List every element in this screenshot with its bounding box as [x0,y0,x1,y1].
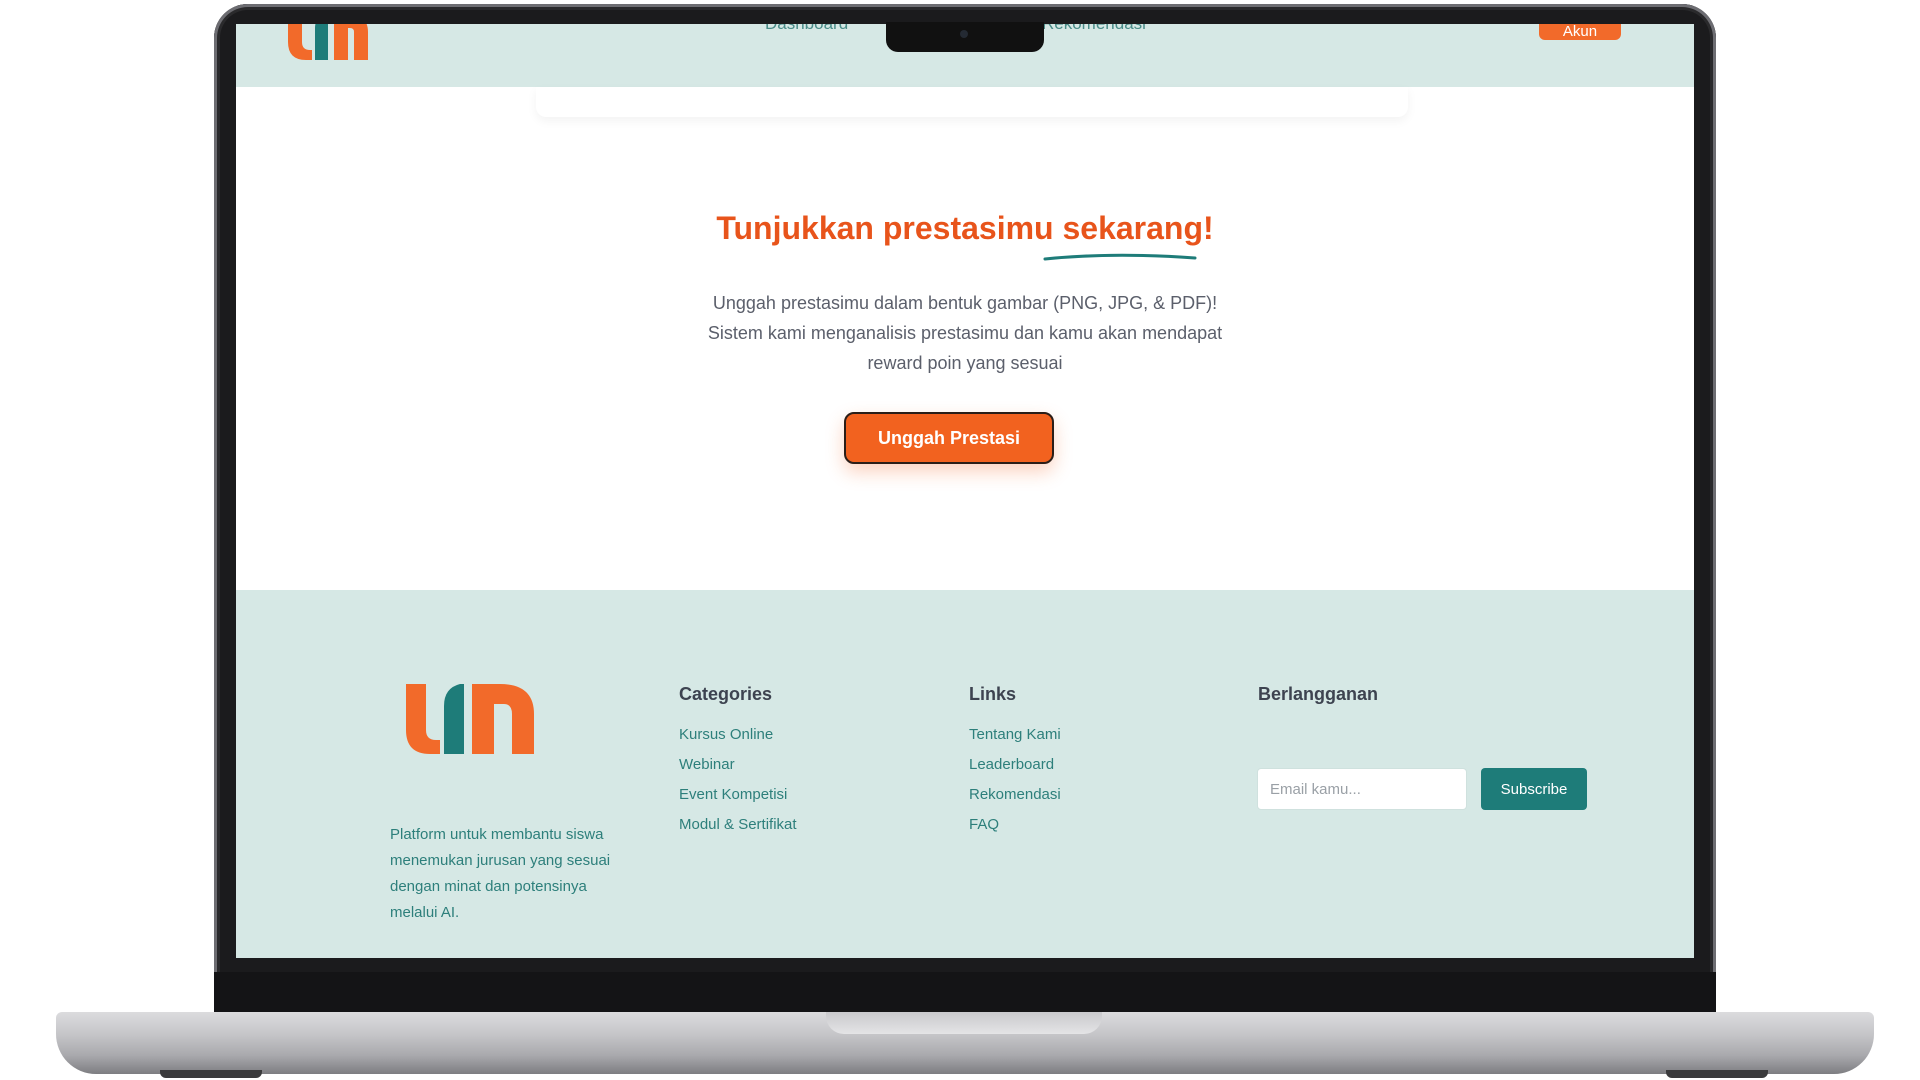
account-button[interactable]: Akun [1539,24,1621,40]
footer-link-tentang-kami[interactable]: Tentang Kami [969,720,1061,750]
laptop-lid-bottom [214,972,1716,1012]
categories-list: Kursus Online Webinar Event Kompetisi Mo… [679,720,797,840]
laptop-foot-right [1666,1070,1768,1078]
hero-description: Unggah prestasimu dalam bentuk gambar (P… [665,288,1265,378]
title-underline-icon [1043,253,1197,261]
footer-link-event-kompetisi[interactable]: Event Kompetisi [679,780,797,810]
laptop-foot-left [160,1070,262,1078]
page-title: Tunjukkan prestasimu sekarang! [716,210,1214,246]
nav-link-dashboard[interactable]: Dashboard [765,24,848,34]
description-line: Sistem kami menganalisis prestasimu dan … [707,323,1223,343]
footer: Platform untuk membantu siswa menemukan … [236,590,1694,958]
camera-icon [960,30,968,38]
content-card-bottom [536,87,1408,117]
subscribe-heading: Berlangganan [1258,684,1379,704]
email-input[interactable] [1257,768,1467,810]
nav-link-rekomendasi[interactable]: Rekomendasi [1042,24,1146,34]
footer-link-kursus-online[interactable]: Kursus Online [679,720,797,750]
footer-link-webinar[interactable]: Webinar [679,750,797,780]
links-list: Tentang Kami Leaderboard Rekomendasi FAQ [969,720,1061,840]
logo-icon[interactable] [282,24,374,64]
description-line: Unggah prestasimu dalam bentuk gambar (P… [712,293,1218,313]
description-line: reward poin yang sesuai [867,353,1063,373]
camera-notch [886,22,1044,52]
footer-tagline: Platform untuk membantu siswa menemukan … [390,826,611,921]
laptop-base-notch [826,1012,1102,1034]
footer-link-faq[interactable]: FAQ [969,810,1061,840]
footer-link-modul-sertifikat[interactable]: Modul & Sertifikat [679,810,797,840]
footer-link-rekomendasi[interactable]: Rekomendasi [969,780,1061,810]
footer-link-leaderboard[interactable]: Leaderboard [969,750,1061,780]
links-heading: Links [969,684,1017,704]
laptop-screen: Dashboard Rekomendasi Akun Tunjukkan pre… [236,24,1694,958]
footer-logo-icon[interactable] [400,680,540,758]
upload-achievement-button[interactable]: Unggah Prestasi [844,412,1054,464]
subscribe-button[interactable]: Subscribe [1481,768,1587,810]
categories-heading: Categories [679,684,773,704]
